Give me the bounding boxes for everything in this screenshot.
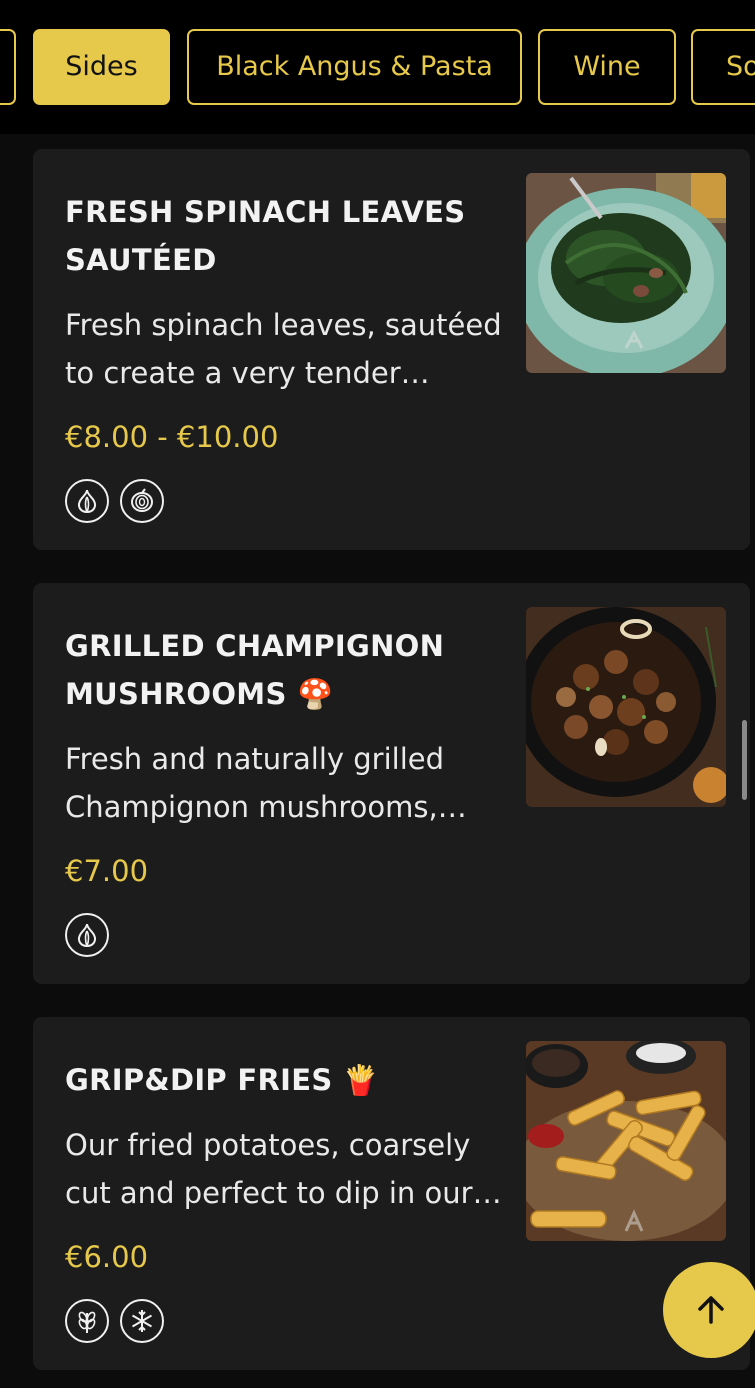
menu-item-card[interactable]: GRIP&DIP FRIES 🍟 Our fried potatoes, coa… (33, 1017, 750, 1370)
menu-page: Sides Black Angus & Pasta Wine So FRESH … (0, 0, 755, 1388)
menu-item-title: GRIP&DIP FRIES 🍟 (65, 1063, 380, 1097)
menu-item-card[interactable]: FRESH SPINACH LEAVES SAUTÉED Fresh spina… (33, 149, 750, 550)
onion-icon (120, 479, 164, 523)
tab-wine[interactable]: Wine (538, 29, 676, 105)
allergen-list (65, 479, 164, 523)
menu-item-description: Fresh spinach leaves, sautéed to create … (65, 308, 502, 390)
tab-previous-category[interactable] (0, 29, 16, 105)
menu-item-title: GRILLED CHAMPIGNON MUSHROOMS 🍄 (65, 629, 445, 711)
gluten-wheat-icon (65, 1299, 109, 1343)
menu-item-price: €7.00 (65, 854, 149, 888)
menu-item-description: Fresh and naturally grilled Champignon m… (65, 742, 467, 824)
menu-item-price: €8.00 - €10.00 (65, 420, 279, 454)
tab-sides[interactable]: Sides (33, 29, 170, 105)
arrow-up-icon (698, 1296, 724, 1324)
mushrooms-pan-photo (526, 607, 726, 807)
tab-next-category[interactable]: So (691, 29, 755, 105)
category-tab-bar[interactable]: Sides Black Angus & Pasta Wine So (0, 0, 755, 134)
menu-item-title: FRESH SPINACH LEAVES SAUTÉED (65, 195, 466, 277)
allergen-list (65, 913, 109, 957)
spinach-dish-photo (526, 173, 726, 373)
garlic-icon (65, 479, 109, 523)
menu-item-card[interactable]: GRILLED CHAMPIGNON MUSHROOMS 🍄 Fresh and… (33, 583, 750, 984)
fries-board-photo (526, 1041, 726, 1241)
tab-black-angus-pasta[interactable]: Black Angus & Pasta (187, 29, 522, 105)
menu-item-description: Our fried potatoes, coarsely cut and per… (65, 1128, 502, 1210)
scrollbar[interactable] (742, 720, 747, 800)
scroll-to-top-button[interactable] (663, 1262, 755, 1358)
garlic-icon (65, 913, 109, 957)
frozen-snowflake-icon (120, 1299, 164, 1343)
menu-item-price: €6.00 (65, 1240, 149, 1274)
allergen-list (65, 1299, 164, 1343)
